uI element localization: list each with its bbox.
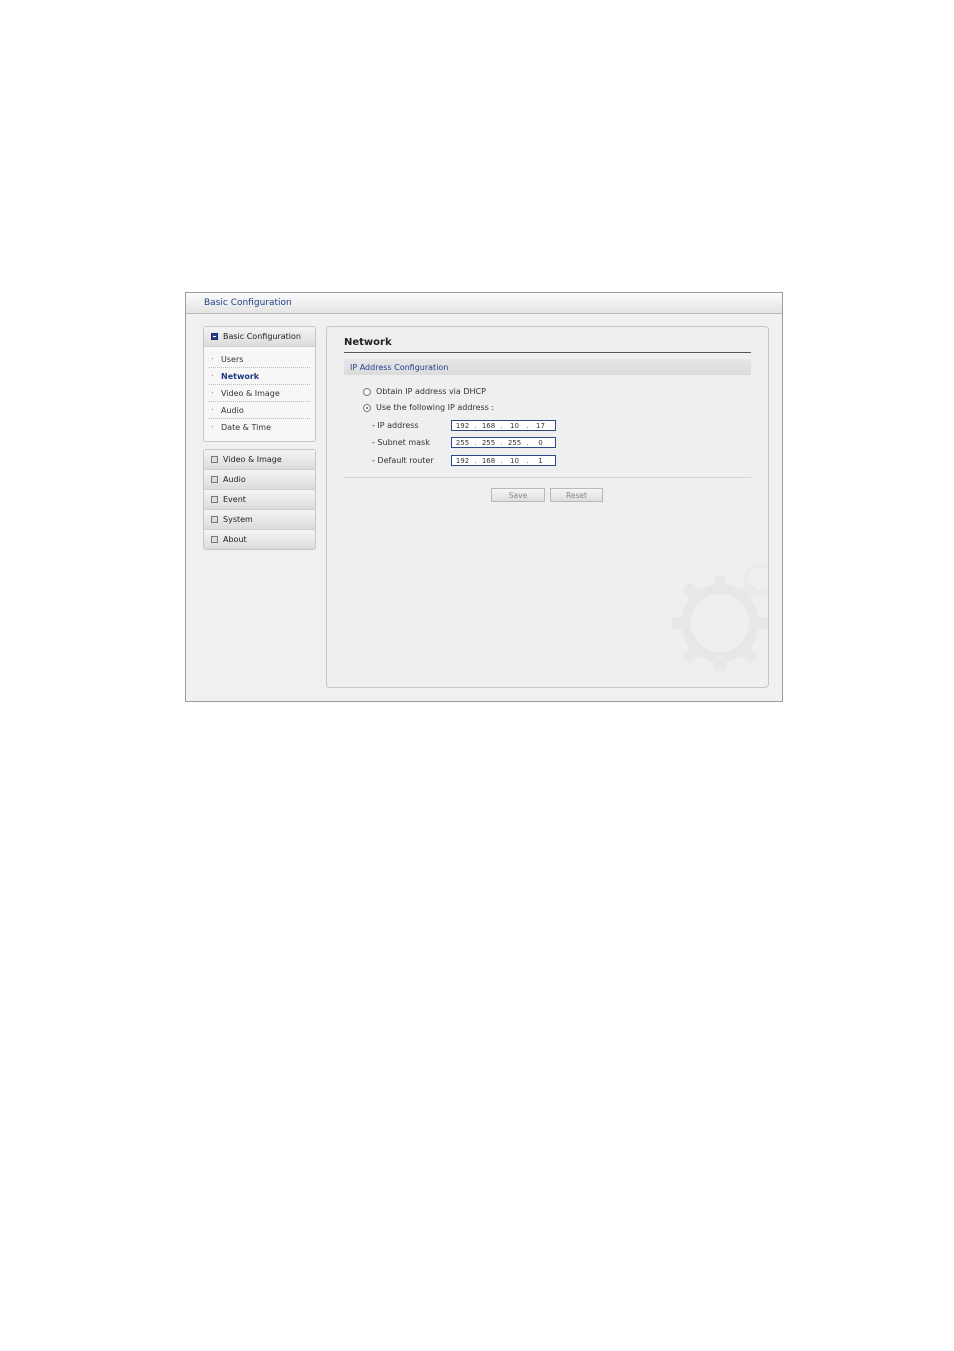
main-panel: Network IP Address Configuration Obtain … (326, 326, 769, 688)
bullet-icon (212, 426, 213, 427)
bullet-icon (212, 409, 213, 410)
sidebar-header-about[interactable]: About (204, 530, 315, 549)
ip-address-field[interactable]: 192. 168. 10. 17 (451, 420, 556, 431)
octet-input[interactable]: 168 (478, 422, 499, 430)
expand-icon[interactable] (211, 516, 218, 523)
sidebar-item-label: Date & Time (221, 422, 272, 432)
form-divider (344, 477, 751, 478)
config-window: Basic Configuration Basic Configuration … (185, 292, 783, 702)
sidebar-header-basic-configuration[interactable]: Basic Configuration (204, 327, 315, 347)
sidebar-header-event[interactable]: Event (204, 490, 315, 510)
sidebar-item-label: Video & Image (221, 388, 280, 398)
subnet-mask-label: - Subnet mask (372, 438, 430, 447)
collapse-icon[interactable] (211, 333, 218, 340)
octet-input[interactable]: 0 (530, 439, 551, 447)
expand-icon[interactable] (211, 496, 218, 503)
sidebar-header-audio[interactable]: Audio (204, 470, 315, 490)
sidebar-item-label: Network (221, 371, 260, 381)
octet-input[interactable]: 1 (530, 457, 551, 465)
sidebar: Basic Configuration Users Network Video … (203, 326, 316, 550)
section-header: IP Address Configuration (344, 359, 751, 375)
default-router-row: - Default router 192. 168. 10. 1 (372, 455, 556, 466)
subnet-mask-row: - Subnet mask 255. 255. 255. 0 (372, 437, 556, 448)
octet-input[interactable]: 255 (504, 439, 525, 447)
dhcp-radio[interactable] (363, 387, 371, 396)
sidebar-item-audio[interactable]: Audio (209, 402, 310, 419)
ip-address-row: - IP address 192. 168. 10. 17 (372, 420, 556, 431)
ip-address-label: - IP address (372, 421, 419, 430)
sidebar-item-label: Users (221, 354, 244, 364)
static-ip-option[interactable]: Use the following IP address : (363, 403, 494, 412)
title-divider (344, 352, 751, 353)
octet-input[interactable]: 192 (452, 422, 473, 430)
sidebar-header-label: Basic Configuration (223, 332, 301, 341)
sidebar-header-label: Video & Image (223, 455, 282, 464)
static-ip-label: Use the following IP address : (376, 403, 495, 412)
octet-input[interactable]: 255 (452, 439, 473, 447)
save-button[interactable]: Save (491, 488, 545, 502)
octet-input[interactable]: 10 (504, 422, 525, 430)
sidebar-header-label: Event (223, 495, 246, 504)
dhcp-label: Obtain IP address via DHCP (376, 387, 486, 396)
sidebar-collapsed-groups: Video & Image Audio Event System About (203, 449, 316, 550)
sidebar-item-users[interactable]: Users (209, 351, 310, 368)
bullet-icon (212, 375, 213, 376)
octet-input[interactable]: 168 (478, 457, 499, 465)
page-title: Network (344, 337, 392, 348)
bullet-icon (212, 392, 213, 393)
octet-input[interactable]: 192 (452, 457, 473, 465)
static-ip-radio[interactable] (363, 403, 371, 412)
default-router-label: - Default router (372, 456, 434, 465)
sidebar-group-basic-configuration: Basic Configuration Users Network Video … (203, 326, 316, 442)
default-router-field[interactable]: 192. 168. 10. 1 (451, 455, 556, 466)
sidebar-header-video-image[interactable]: Video & Image (204, 450, 315, 470)
expand-icon[interactable] (211, 476, 218, 483)
gear-icon (672, 562, 768, 671)
expand-icon[interactable] (211, 456, 218, 463)
sidebar-header-label: Audio (223, 475, 246, 484)
octet-input[interactable]: 17 (530, 422, 551, 430)
sidebar-item-video-image[interactable]: Video & Image (209, 385, 310, 402)
sidebar-item-date-time[interactable]: Date & Time (209, 419, 310, 435)
window-titlebar: Basic Configuration (186, 293, 782, 314)
sidebar-header-label: System (223, 515, 253, 524)
octet-input[interactable]: 10 (504, 457, 525, 465)
bullet-icon (212, 358, 213, 359)
subnet-mask-field[interactable]: 255. 255. 255. 0 (451, 437, 556, 448)
reset-button[interactable]: Reset (550, 488, 603, 502)
sidebar-header-system[interactable]: System (204, 510, 315, 530)
sidebar-item-label: Audio (221, 405, 244, 415)
octet-input[interactable]: 255 (478, 439, 499, 447)
expand-icon[interactable] (211, 536, 218, 543)
section-title: IP Address Configuration (350, 362, 449, 372)
sidebar-item-network[interactable]: Network (209, 368, 310, 385)
window-title: Basic Configuration (204, 298, 292, 308)
dhcp-option[interactable]: Obtain IP address via DHCP (363, 387, 486, 396)
sidebar-sublist: Users Network Video & Image Audio Date &… (204, 347, 315, 441)
sidebar-header-label: About (223, 535, 247, 544)
